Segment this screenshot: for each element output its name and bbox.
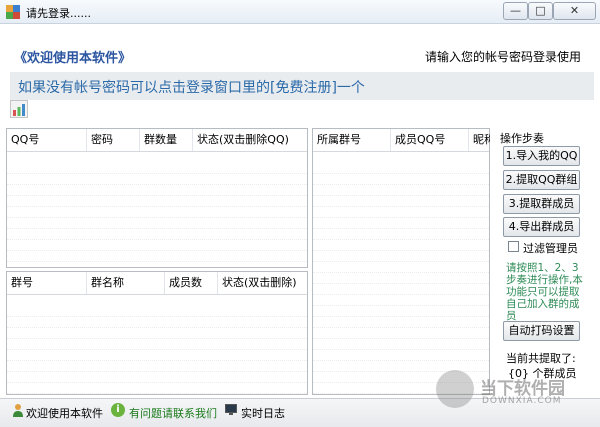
group-table[interactable]: 群号 群名称 成员数 状态(双击删除) bbox=[6, 271, 308, 395]
close-button[interactable]: ✕ bbox=[553, 2, 596, 20]
info-icon: i bbox=[111, 403, 125, 417]
watermark-url: DOWNXIA.COM bbox=[482, 396, 562, 406]
realtime-log-link[interactable]: 实时日志 bbox=[241, 405, 285, 421]
user-icon bbox=[13, 404, 23, 417]
column-header[interactable]: 所属群号 bbox=[313, 129, 391, 151]
extract-members-button[interactable]: 3.提取群成员 bbox=[503, 194, 580, 214]
status-welcome: 欢迎使用本软件 bbox=[26, 407, 103, 420]
column-header[interactable]: 密码 bbox=[87, 129, 140, 151]
member-table[interactable]: 所属群号 成员QQ号 昵称 bbox=[312, 128, 490, 395]
export-members-button[interactable]: 4.导出群成员 bbox=[503, 217, 580, 237]
qq-table-header: QQ号 密码 群数量 状态(双击删除QQ) bbox=[7, 129, 307, 152]
column-header[interactable]: 群数量 bbox=[140, 129, 193, 151]
welcome-title: 《欢迎使用本软件》 bbox=[14, 51, 132, 66]
app-icon bbox=[6, 5, 20, 19]
column-header[interactable]: 状态(双击删除QQ) bbox=[193, 129, 308, 151]
column-header[interactable]: 群号 bbox=[7, 272, 87, 294]
window-title: 请先登录...... bbox=[26, 7, 91, 20]
qq-account-table[interactable]: QQ号 密码 群数量 状态(双击删除QQ) bbox=[6, 128, 308, 273]
column-header[interactable]: 群名称 bbox=[87, 272, 165, 294]
maximize-button[interactable]: □ bbox=[528, 2, 553, 20]
auto-captcha-button[interactable]: 自动打码设置 bbox=[503, 321, 580, 341]
empty-grid-row bbox=[7, 382, 307, 394]
steps-title: 操作步奏 bbox=[500, 132, 544, 145]
steps-note: 请按照1、2、3步奏进行操作,本功能只可以提取自己加入群的成员 bbox=[506, 262, 583, 322]
filter-admin-checkbox[interactable] bbox=[508, 241, 519, 252]
monitor-icon bbox=[225, 404, 237, 415]
column-header[interactable]: 状态(双击删除) bbox=[218, 272, 308, 294]
extract-groups-button[interactable]: 2.提取QQ群组 bbox=[503, 170, 580, 190]
column-header[interactable]: 昵称 bbox=[469, 129, 490, 151]
filter-admin-label[interactable]: 过滤管理员 bbox=[523, 240, 578, 256]
column-header[interactable]: QQ号 bbox=[7, 129, 87, 151]
import-qq-button[interactable]: 1.导入我的QQ bbox=[503, 146, 580, 166]
contact-us-link[interactable]: 有问题请联系我们 bbox=[129, 405, 217, 421]
column-header[interactable]: 成员QQ号 bbox=[391, 129, 469, 151]
group-table-header: 群号 群名称 成员数 状态(双击删除) bbox=[7, 272, 307, 295]
watermark-logo bbox=[436, 370, 474, 408]
login-prompt: 请输入您的帐号密码登录使用 bbox=[425, 50, 582, 64]
chart-icon bbox=[10, 100, 28, 118]
member-table-header: 所属群号 成员QQ号 昵称 bbox=[313, 129, 490, 152]
minimize-button[interactable]: — bbox=[503, 2, 528, 20]
count-label: 当前共提取了: bbox=[506, 352, 576, 365]
register-hint: 如果没有帐号密码可以点击登录窗口里的[免费注册]一个 bbox=[18, 80, 365, 96]
column-header[interactable]: 成员数 bbox=[165, 272, 218, 294]
